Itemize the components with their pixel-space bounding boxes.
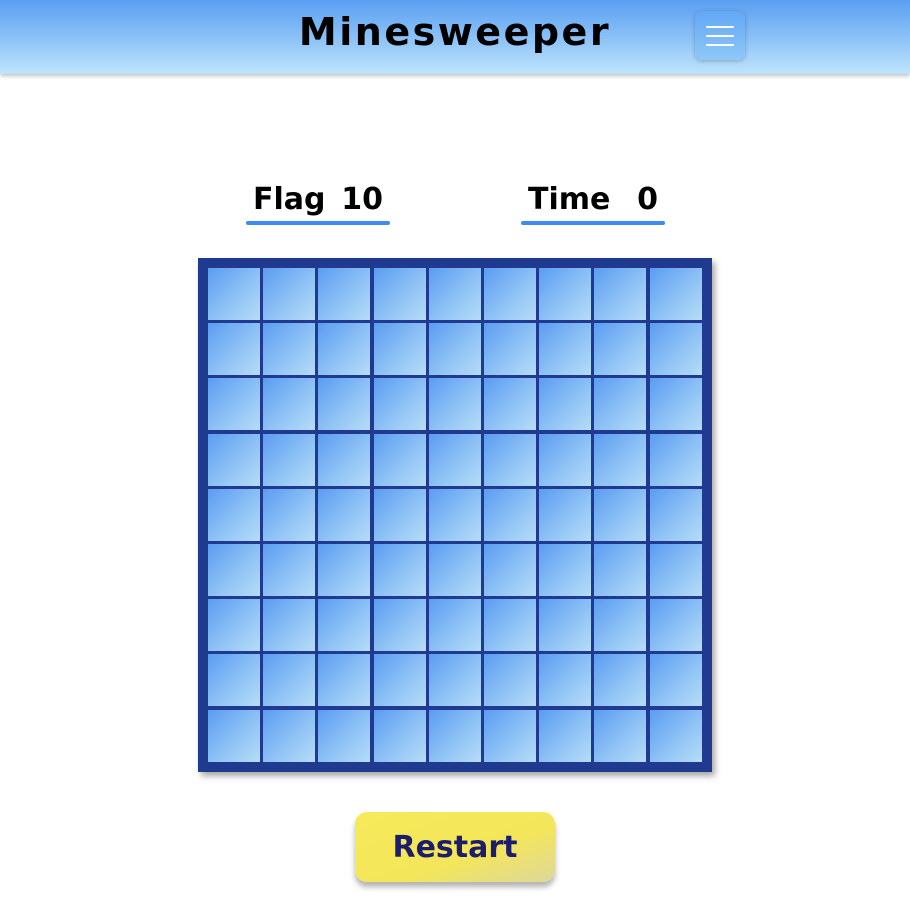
board-cell[interactable] bbox=[428, 709, 481, 762]
page-title: Minesweeper bbox=[298, 10, 612, 54]
board-cell[interactable] bbox=[263, 709, 316, 762]
board-cell[interactable] bbox=[208, 378, 260, 431]
board-cell[interactable] bbox=[208, 709, 260, 762]
board-cell[interactable] bbox=[373, 709, 426, 762]
board-cell[interactable] bbox=[263, 378, 316, 431]
board-cell[interactable] bbox=[539, 654, 592, 707]
board-cell[interactable] bbox=[484, 709, 536, 762]
board-cell[interactable] bbox=[208, 488, 260, 541]
board-cell[interactable] bbox=[208, 433, 260, 486]
board-cell[interactable] bbox=[373, 323, 426, 376]
board-cell[interactable] bbox=[373, 378, 426, 431]
board-cell[interactable] bbox=[539, 268, 592, 320]
board-cell[interactable] bbox=[649, 433, 702, 486]
board-cell[interactable] bbox=[539, 323, 592, 376]
board-cell[interactable] bbox=[263, 433, 316, 486]
board-cell[interactable] bbox=[649, 378, 702, 431]
time-counter: Time 0 bbox=[521, 178, 665, 228]
board-cell[interactable] bbox=[373, 433, 426, 486]
board-cell[interactable] bbox=[649, 654, 702, 707]
board-cell[interactable] bbox=[318, 433, 371, 486]
board-cell[interactable] bbox=[263, 654, 316, 707]
board-cell[interactable] bbox=[484, 268, 536, 320]
board-cell[interactable] bbox=[649, 488, 702, 541]
board-cell[interactable] bbox=[428, 599, 481, 652]
board-cell[interactable] bbox=[373, 488, 426, 541]
time-label: Time bbox=[528, 182, 611, 217]
board-cell[interactable] bbox=[263, 544, 316, 596]
board-cell[interactable] bbox=[263, 323, 316, 376]
board-cell[interactable] bbox=[539, 709, 592, 762]
restart-button[interactable]: Restart bbox=[355, 812, 555, 882]
board-cell[interactable] bbox=[263, 488, 316, 541]
board-cell[interactable] bbox=[373, 654, 426, 707]
board-cell[interactable] bbox=[539, 599, 592, 652]
board-cell[interactable] bbox=[428, 268, 481, 320]
board-cell[interactable] bbox=[208, 323, 260, 376]
flag-value: 10 bbox=[341, 182, 383, 217]
board-cell[interactable] bbox=[428, 488, 481, 541]
board-cell[interactable] bbox=[318, 599, 371, 652]
board-cell[interactable] bbox=[484, 323, 536, 376]
board-cell[interactable] bbox=[594, 709, 647, 762]
board-cell[interactable] bbox=[539, 488, 592, 541]
board-cell[interactable] bbox=[594, 544, 647, 596]
board-cell[interactable] bbox=[484, 544, 536, 596]
board-cell[interactable] bbox=[428, 654, 481, 707]
board-cell[interactable] bbox=[594, 268, 647, 320]
board-cell[interactable] bbox=[318, 268, 371, 320]
board-cell[interactable] bbox=[263, 268, 316, 320]
board-cell[interactable] bbox=[484, 488, 536, 541]
board-cell[interactable] bbox=[428, 323, 481, 376]
menu-line bbox=[706, 35, 734, 37]
board-cell[interactable] bbox=[649, 544, 702, 596]
board-cell[interactable] bbox=[208, 268, 260, 320]
board-cell[interactable] bbox=[318, 654, 371, 707]
header-bar: Minesweeper bbox=[0, 0, 910, 74]
board-cell[interactable] bbox=[318, 378, 371, 431]
board-cell[interactable] bbox=[539, 378, 592, 431]
board-cell[interactable] bbox=[539, 433, 592, 486]
board-cell[interactable] bbox=[318, 709, 371, 762]
board-cell[interactable] bbox=[373, 268, 426, 320]
board-cell[interactable] bbox=[594, 433, 647, 486]
time-underline bbox=[521, 221, 665, 225]
board-cell[interactable] bbox=[594, 599, 647, 652]
board-cell[interactable] bbox=[539, 544, 592, 596]
board-cell[interactable] bbox=[263, 599, 316, 652]
board-cell[interactable] bbox=[208, 654, 260, 707]
menu-line bbox=[706, 44, 734, 46]
board-cell[interactable] bbox=[428, 544, 481, 596]
board-cell[interactable] bbox=[594, 488, 647, 541]
flag-label: Flag bbox=[253, 182, 326, 217]
board-cell[interactable] bbox=[484, 433, 536, 486]
board-cell[interactable] bbox=[428, 378, 481, 431]
board-cell[interactable] bbox=[428, 433, 481, 486]
board-cell[interactable] bbox=[649, 709, 702, 762]
board-cell[interactable] bbox=[594, 378, 647, 431]
flag-underline bbox=[246, 221, 390, 225]
board-cell[interactable] bbox=[484, 599, 536, 652]
menu-line bbox=[706, 26, 734, 28]
minefield-board bbox=[198, 258, 712, 772]
board-cell[interactable] bbox=[594, 323, 647, 376]
time-value: 0 bbox=[637, 182, 658, 217]
board-cell[interactable] bbox=[318, 323, 371, 376]
board-cell[interactable] bbox=[649, 323, 702, 376]
board-cell[interactable] bbox=[373, 599, 426, 652]
board-cell[interactable] bbox=[484, 378, 536, 431]
board-cell[interactable] bbox=[594, 654, 647, 707]
board-cell[interactable] bbox=[208, 544, 260, 596]
board-cell[interactable] bbox=[649, 268, 702, 320]
hamburger-menu-icon[interactable] bbox=[695, 11, 745, 60]
board-cell[interactable] bbox=[318, 544, 371, 596]
board-cell[interactable] bbox=[484, 654, 536, 707]
board-cell[interactable] bbox=[649, 599, 702, 652]
board-cell[interactable] bbox=[373, 544, 426, 596]
board-cell[interactable] bbox=[318, 488, 371, 541]
board-cell[interactable] bbox=[208, 599, 260, 652]
flag-counter: Flag 10 bbox=[246, 178, 390, 228]
